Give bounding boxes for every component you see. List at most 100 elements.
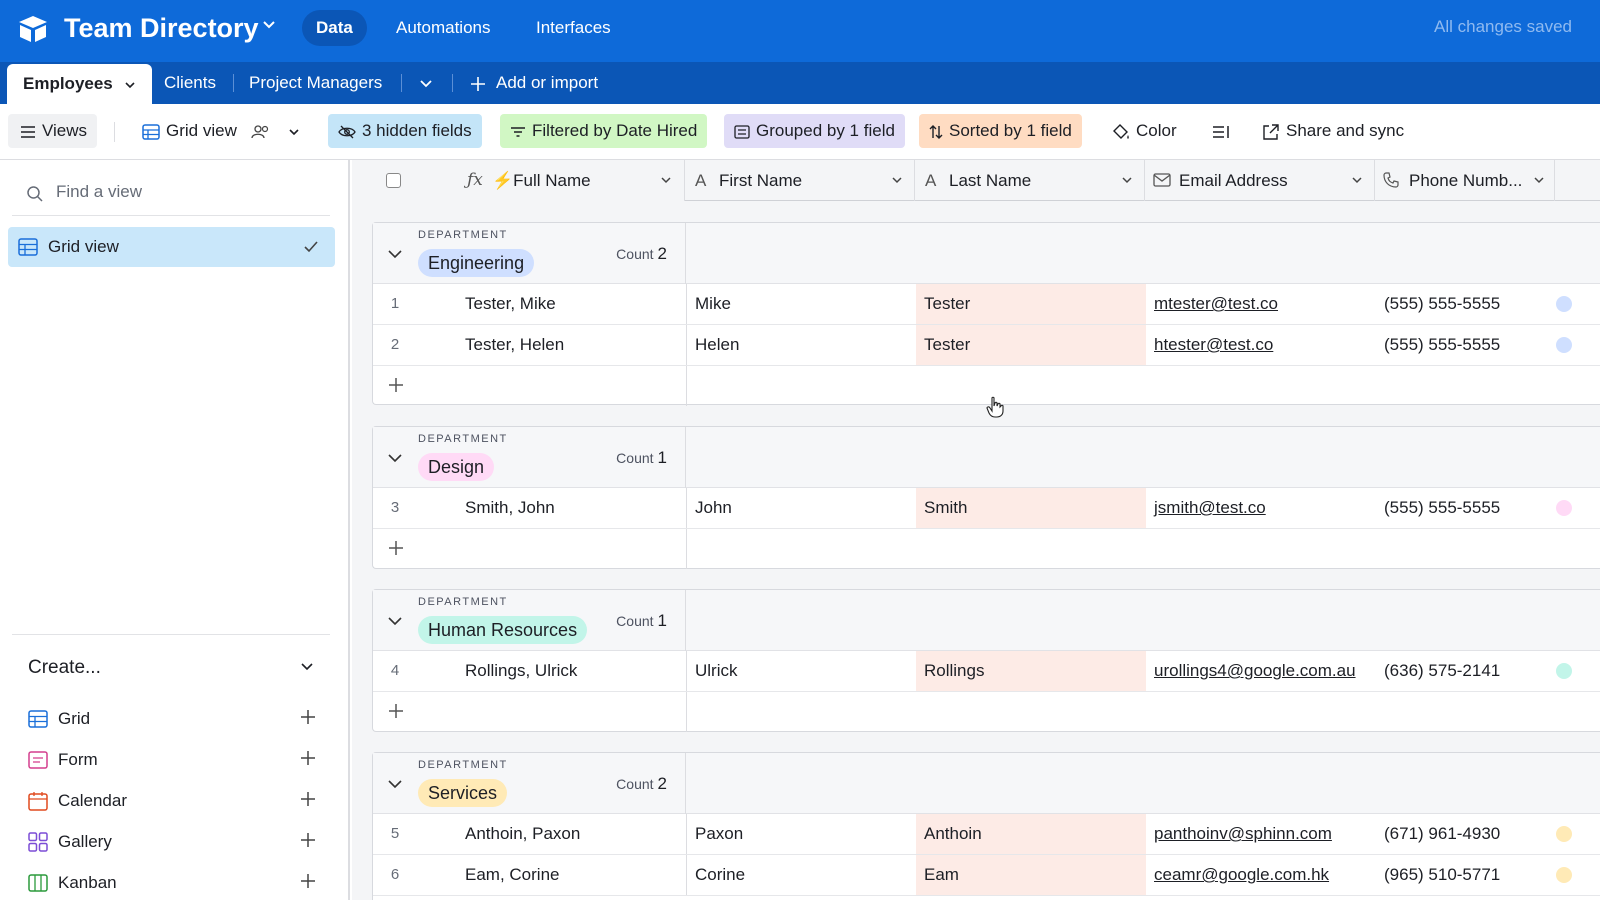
add-record-row[interactable]	[373, 692, 1600, 732]
plus-icon[interactable]	[387, 376, 405, 394]
group-header[interactable]: DEPARTMENT Engineering Count 2	[373, 223, 1600, 284]
table-row[interactable]: 4 Rollings, Ulrick Ulrick Rollings uroll…	[373, 651, 1600, 692]
create-gallery-view[interactable]: Gallery	[28, 830, 318, 854]
table-row[interactable]: 3 Smith, John John Smith jsmith@test.co …	[373, 488, 1600, 529]
chevron-down-icon[interactable]	[1533, 174, 1545, 186]
chevron-down-icon[interactable]	[660, 174, 672, 186]
collapse-chevron-icon[interactable]	[387, 777, 403, 791]
cell-phone[interactable]: (555) 555-5555	[1376, 325, 1556, 365]
chevron-down-icon[interactable]	[300, 660, 314, 674]
create-calendar-view[interactable]: Calendar	[28, 789, 318, 813]
plus-icon[interactable]	[298, 748, 318, 768]
header-phone[interactable]: Phone Numb...	[1375, 160, 1555, 201]
cell-first-name[interactable]: John	[686, 488, 916, 528]
nav-interfaces[interactable]: Interfaces	[522, 10, 625, 46]
table-row[interactable]: 1 Tester, Mike Mike Tester mtester@test.…	[373, 284, 1600, 325]
plus-icon[interactable]	[298, 830, 318, 850]
add-record-row[interactable]	[373, 529, 1600, 569]
logo-icon[interactable]	[16, 12, 50, 46]
cell-department-chip[interactable]	[1556, 296, 1572, 312]
cell-full-name[interactable]: Smith, John	[465, 488, 685, 528]
nav-automations[interactable]: Automations	[382, 10, 505, 46]
color-button[interactable]: Color	[1102, 114, 1187, 148]
group-button[interactable]: Grouped by 1 field	[724, 114, 905, 148]
sort-button[interactable]: Sorted by 1 field	[919, 114, 1082, 148]
cell-email[interactable]: jsmith@test.co	[1146, 488, 1376, 528]
cell-phone[interactable]: (555) 555-5555	[1376, 284, 1556, 324]
cell-full-name[interactable]: Anthoin, Paxon	[465, 814, 685, 854]
group-header[interactable]: DEPARTMENT Human Resources Count 1	[373, 590, 1600, 651]
cell-last-name[interactable]: Tester	[916, 284, 1146, 324]
cell-first-name[interactable]: Corine	[686, 855, 916, 895]
cell-department-chip[interactable]	[1556, 337, 1572, 353]
create-kanban-view[interactable]: Kanban	[28, 871, 318, 895]
cell-first-name[interactable]: Paxon	[686, 814, 916, 854]
base-title[interactable]: Team Directory	[64, 12, 259, 44]
chevron-down-icon[interactable]	[1351, 174, 1363, 186]
create-grid-view[interactable]: Grid	[28, 707, 318, 731]
cell-phone[interactable]: (636) 575-2141	[1376, 651, 1556, 691]
plus-icon[interactable]	[298, 707, 318, 727]
cell-last-name[interactable]: Anthoin	[916, 814, 1146, 854]
plus-icon[interactable]	[387, 702, 405, 720]
cell-last-name[interactable]: Tester	[916, 325, 1146, 365]
cell-full-name[interactable]: Rollings, Ulrick	[465, 651, 685, 691]
header-last-name[interactable]: A Last Name	[915, 160, 1145, 201]
create-view-title[interactable]: Create...	[28, 657, 101, 679]
table-row[interactable]: 5 Anthoin, Paxon Paxon Anthoin panthoinv…	[373, 814, 1600, 855]
tab-employees[interactable]: Employees	[7, 64, 152, 104]
cell-department-chip[interactable]	[1556, 826, 1572, 842]
tables-menu-chevron-icon[interactable]	[419, 77, 433, 91]
cell-phone[interactable]: (671) 961-4930	[1376, 814, 1556, 854]
plus-icon[interactable]	[387, 539, 405, 557]
plus-icon[interactable]	[298, 789, 318, 809]
header-first-name[interactable]: A First Name	[685, 160, 915, 201]
cell-first-name[interactable]: Helen	[686, 325, 916, 365]
nav-data[interactable]: Data	[302, 10, 367, 46]
cell-first-name[interactable]: Mike	[686, 284, 916, 324]
chevron-down-icon[interactable]	[891, 174, 903, 186]
views-toggle-button[interactable]: Views	[8, 114, 98, 148]
cell-last-name[interactable]: Rollings	[916, 651, 1146, 691]
chevron-down-icon[interactable]	[262, 18, 276, 32]
tab-clients[interactable]: Clients	[164, 62, 216, 104]
row-height-button[interactable]	[1202, 114, 1242, 148]
chevron-down-icon[interactable]	[124, 79, 136, 91]
collapse-chevron-icon[interactable]	[387, 451, 403, 465]
group-header[interactable]: DEPARTMENT Services Count 2	[373, 753, 1600, 814]
create-form-view[interactable]: Form	[28, 748, 318, 772]
cell-department-chip[interactable]	[1556, 663, 1572, 679]
cell-email[interactable]: panthoinv@sphinn.com	[1146, 814, 1376, 854]
select-all-checkbox[interactable]	[386, 173, 401, 188]
cell-full-name[interactable]: Tester, Mike	[465, 284, 685, 324]
cell-email[interactable]: htester@test.co	[1146, 325, 1376, 365]
find-view-input[interactable]: Find a view	[56, 182, 142, 202]
chevron-down-icon[interactable]	[1121, 174, 1133, 186]
cell-full-name[interactable]: Eam, Corine	[465, 855, 685, 895]
cell-email[interactable]: ceamr@google.com.hk	[1146, 855, 1376, 895]
cell-phone[interactable]: (965) 510-5771	[1376, 855, 1556, 895]
hide-fields-button[interactable]: 3 hidden fields	[328, 114, 482, 148]
sidebar-view-grid[interactable]: Grid view	[8, 227, 335, 267]
cell-department-chip[interactable]	[1556, 867, 1572, 883]
cell-phone[interactable]: (555) 555-5555	[1376, 488, 1556, 528]
header-email[interactable]: Email Address	[1145, 160, 1375, 201]
tab-project-managers[interactable]: Project Managers	[249, 62, 382, 104]
share-sync-button[interactable]: Share and sync	[1252, 114, 1414, 148]
cell-email[interactable]: urollings4@google.com.au	[1146, 651, 1376, 691]
add-or-import-button[interactable]: Add or import	[470, 62, 598, 104]
cell-last-name[interactable]: Eam	[916, 855, 1146, 895]
cell-department-chip[interactable]	[1556, 500, 1572, 516]
filter-button[interactable]: Filtered by Date Hired	[500, 114, 708, 148]
table-row[interactable]: 6 Eam, Corine Corine Eam ceamr@google.co…	[373, 855, 1600, 896]
header-full-name[interactable]: ƒx ⚡Full Name	[352, 160, 685, 201]
view-switcher-button[interactable]: Grid view	[132, 114, 310, 148]
plus-icon[interactable]	[298, 871, 318, 891]
cell-email[interactable]: mtester@test.co	[1146, 284, 1376, 324]
cell-last-name[interactable]: Smith	[916, 488, 1146, 528]
cell-first-name[interactable]: Ulrick	[686, 651, 916, 691]
collapse-chevron-icon[interactable]	[387, 247, 403, 261]
cell-full-name[interactable]: Tester, Helen	[465, 325, 685, 365]
group-header[interactable]: DEPARTMENT Design Count 1	[373, 427, 1600, 488]
table-row[interactable]: 2 Tester, Helen Helen Tester htester@tes…	[373, 325, 1600, 366]
